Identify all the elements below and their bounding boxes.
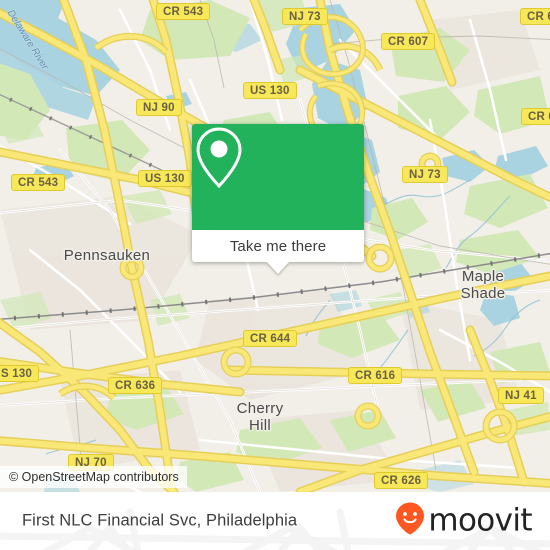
highway-shield: CR 616 — [348, 367, 403, 384]
highway-shield: NJ 90 — [136, 99, 182, 116]
location-popup-card[interactable]: Take me there — [192, 124, 364, 274]
popup-card-footer[interactable]: Take me there — [192, 230, 364, 274]
highway-shield: NJ 73 — [282, 8, 328, 25]
osm-attribution[interactable]: © OpenStreetMap contributors — [0, 466, 187, 488]
highway-shield: CR 543 — [156, 3, 211, 20]
highway-shield: CR 626 — [374, 472, 429, 489]
highway-shield: CR 6 — [521, 108, 550, 125]
highway-shield: CR 644 — [243, 330, 298, 347]
highway-shield: CR 607 — [381, 33, 436, 50]
highway-shield: CR 6 — [520, 8, 550, 25]
highway-shield: US 130 — [138, 170, 192, 187]
moovit-brand-logo[interactable]: moovit — [395, 502, 533, 541]
moovit-pin-smiley-icon — [395, 502, 425, 541]
map-canvas[interactable]: Delaware River Pennsauken Maple Shade Ch… — [0, 0, 550, 492]
highway-shield: CR 543 — [11, 174, 66, 191]
footer-bar: First NLC Financial Svc, Philadelphia mo… — [0, 492, 550, 550]
page-title: First NLC Financial Svc, Philadelphia — [22, 511, 298, 530]
popup-card-header — [192, 124, 364, 230]
moovit-wordmark: moovit — [428, 502, 532, 539]
take-me-there-label: Take me there — [229, 237, 327, 255]
highway-shield: CR 636 — [108, 377, 163, 394]
highway-shield: US 130 — [243, 82, 297, 99]
popup-pointer-tail — [267, 262, 289, 274]
highway-shield: NJ 41 — [498, 387, 544, 404]
highway-shield: NJ 73 — [402, 166, 448, 183]
highway-shield: S 130 — [0, 365, 40, 382]
moovit-map-screenshot: Delaware River Pennsauken Maple Shade Ch… — [0, 0, 550, 550]
